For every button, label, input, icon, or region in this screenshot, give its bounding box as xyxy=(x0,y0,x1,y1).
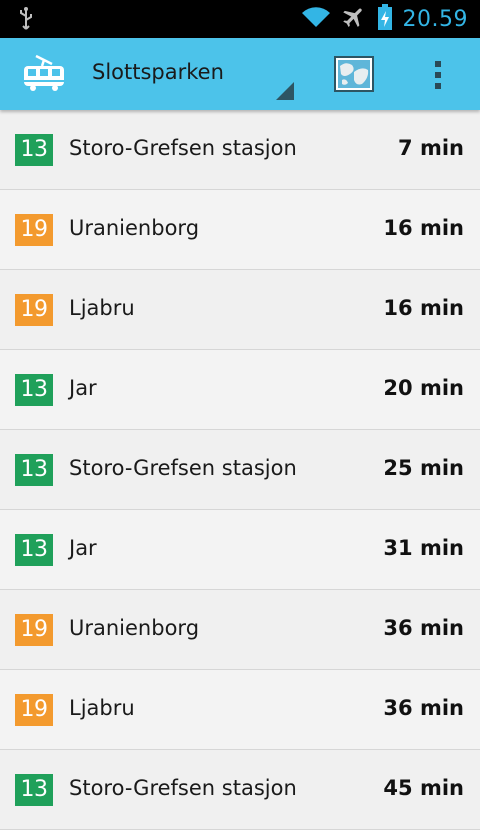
departure-time: 31 min xyxy=(383,536,464,560)
departure-row[interactable]: 19 Ljabru 16 min xyxy=(0,270,480,350)
dropdown-indicator-icon[interactable] xyxy=(276,82,294,104)
departure-time: 36 min xyxy=(383,616,464,640)
overflow-menu-icon[interactable] xyxy=(424,56,452,94)
line-badge: 13 xyxy=(15,134,53,166)
departure-row[interactable]: 13 Jar 31 min xyxy=(0,510,480,590)
departure-row[interactable]: 19 Ljabru 36 min xyxy=(0,670,480,750)
line-badge: 19 xyxy=(15,214,53,246)
destination-label: Storo-Grefsen stasjon xyxy=(69,456,297,480)
destination-label: Storo-Grefsen stasjon xyxy=(69,776,297,800)
line-badge: 13 xyxy=(15,454,53,486)
wifi-icon xyxy=(301,5,331,33)
destination-label: Ljabru xyxy=(69,296,135,320)
line-badge: 13 xyxy=(15,374,53,406)
map-icon xyxy=(334,56,374,92)
destination-label: Jar xyxy=(69,376,97,400)
line-badge: 19 xyxy=(15,294,53,326)
line-badge: 13 xyxy=(15,534,53,566)
line-badge: 13 xyxy=(15,774,53,806)
airplane-mode-icon xyxy=(341,4,367,34)
destination-label: Storo-Grefsen stasjon xyxy=(69,136,297,160)
destination-label: Ljabru xyxy=(69,696,135,720)
departure-row[interactable]: 13 Storo-Grefsen stasjon 7 min xyxy=(0,110,480,190)
line-badge: 19 xyxy=(15,614,53,646)
battery-charging-icon xyxy=(377,3,393,35)
departure-list: 13 Storo-Grefsen stasjon 7 min 19 Uranienbor… xyxy=(0,110,480,830)
map-button[interactable] xyxy=(334,56,374,94)
stop-selector[interactable]: Slottsparken xyxy=(92,60,224,84)
status-bar: 20.59 xyxy=(0,0,480,38)
departure-time: 16 min xyxy=(383,296,464,320)
departure-time: 25 min xyxy=(383,456,464,480)
action-bar: Slottsparken xyxy=(0,38,480,110)
departure-time: 7 min xyxy=(398,136,464,160)
departure-time: 36 min xyxy=(383,696,464,720)
departure-row[interactable]: 13 Storo-Grefsen stasjon 25 min xyxy=(0,430,480,510)
destination-label: Jar xyxy=(69,536,97,560)
departure-row[interactable]: 13 Jar 20 min xyxy=(0,350,480,430)
tram-icon[interactable] xyxy=(22,54,66,98)
destination-label: Uranienborg xyxy=(69,616,200,640)
usb-icon xyxy=(18,7,34,35)
destination-label: Uranienborg xyxy=(69,216,200,240)
departure-row[interactable]: 13 Storo-Grefsen stasjon 45 min xyxy=(0,750,480,830)
departure-time: 45 min xyxy=(383,776,464,800)
line-badge: 19 xyxy=(15,694,53,726)
departure-row[interactable]: 19 Uranienborg 36 min xyxy=(0,590,480,670)
departure-time: 20 min xyxy=(383,376,464,400)
departure-time: 16 min xyxy=(383,216,464,240)
status-time: 20.59 xyxy=(402,6,468,32)
departure-row[interactable]: 19 Uranienborg 16 min xyxy=(0,190,480,270)
